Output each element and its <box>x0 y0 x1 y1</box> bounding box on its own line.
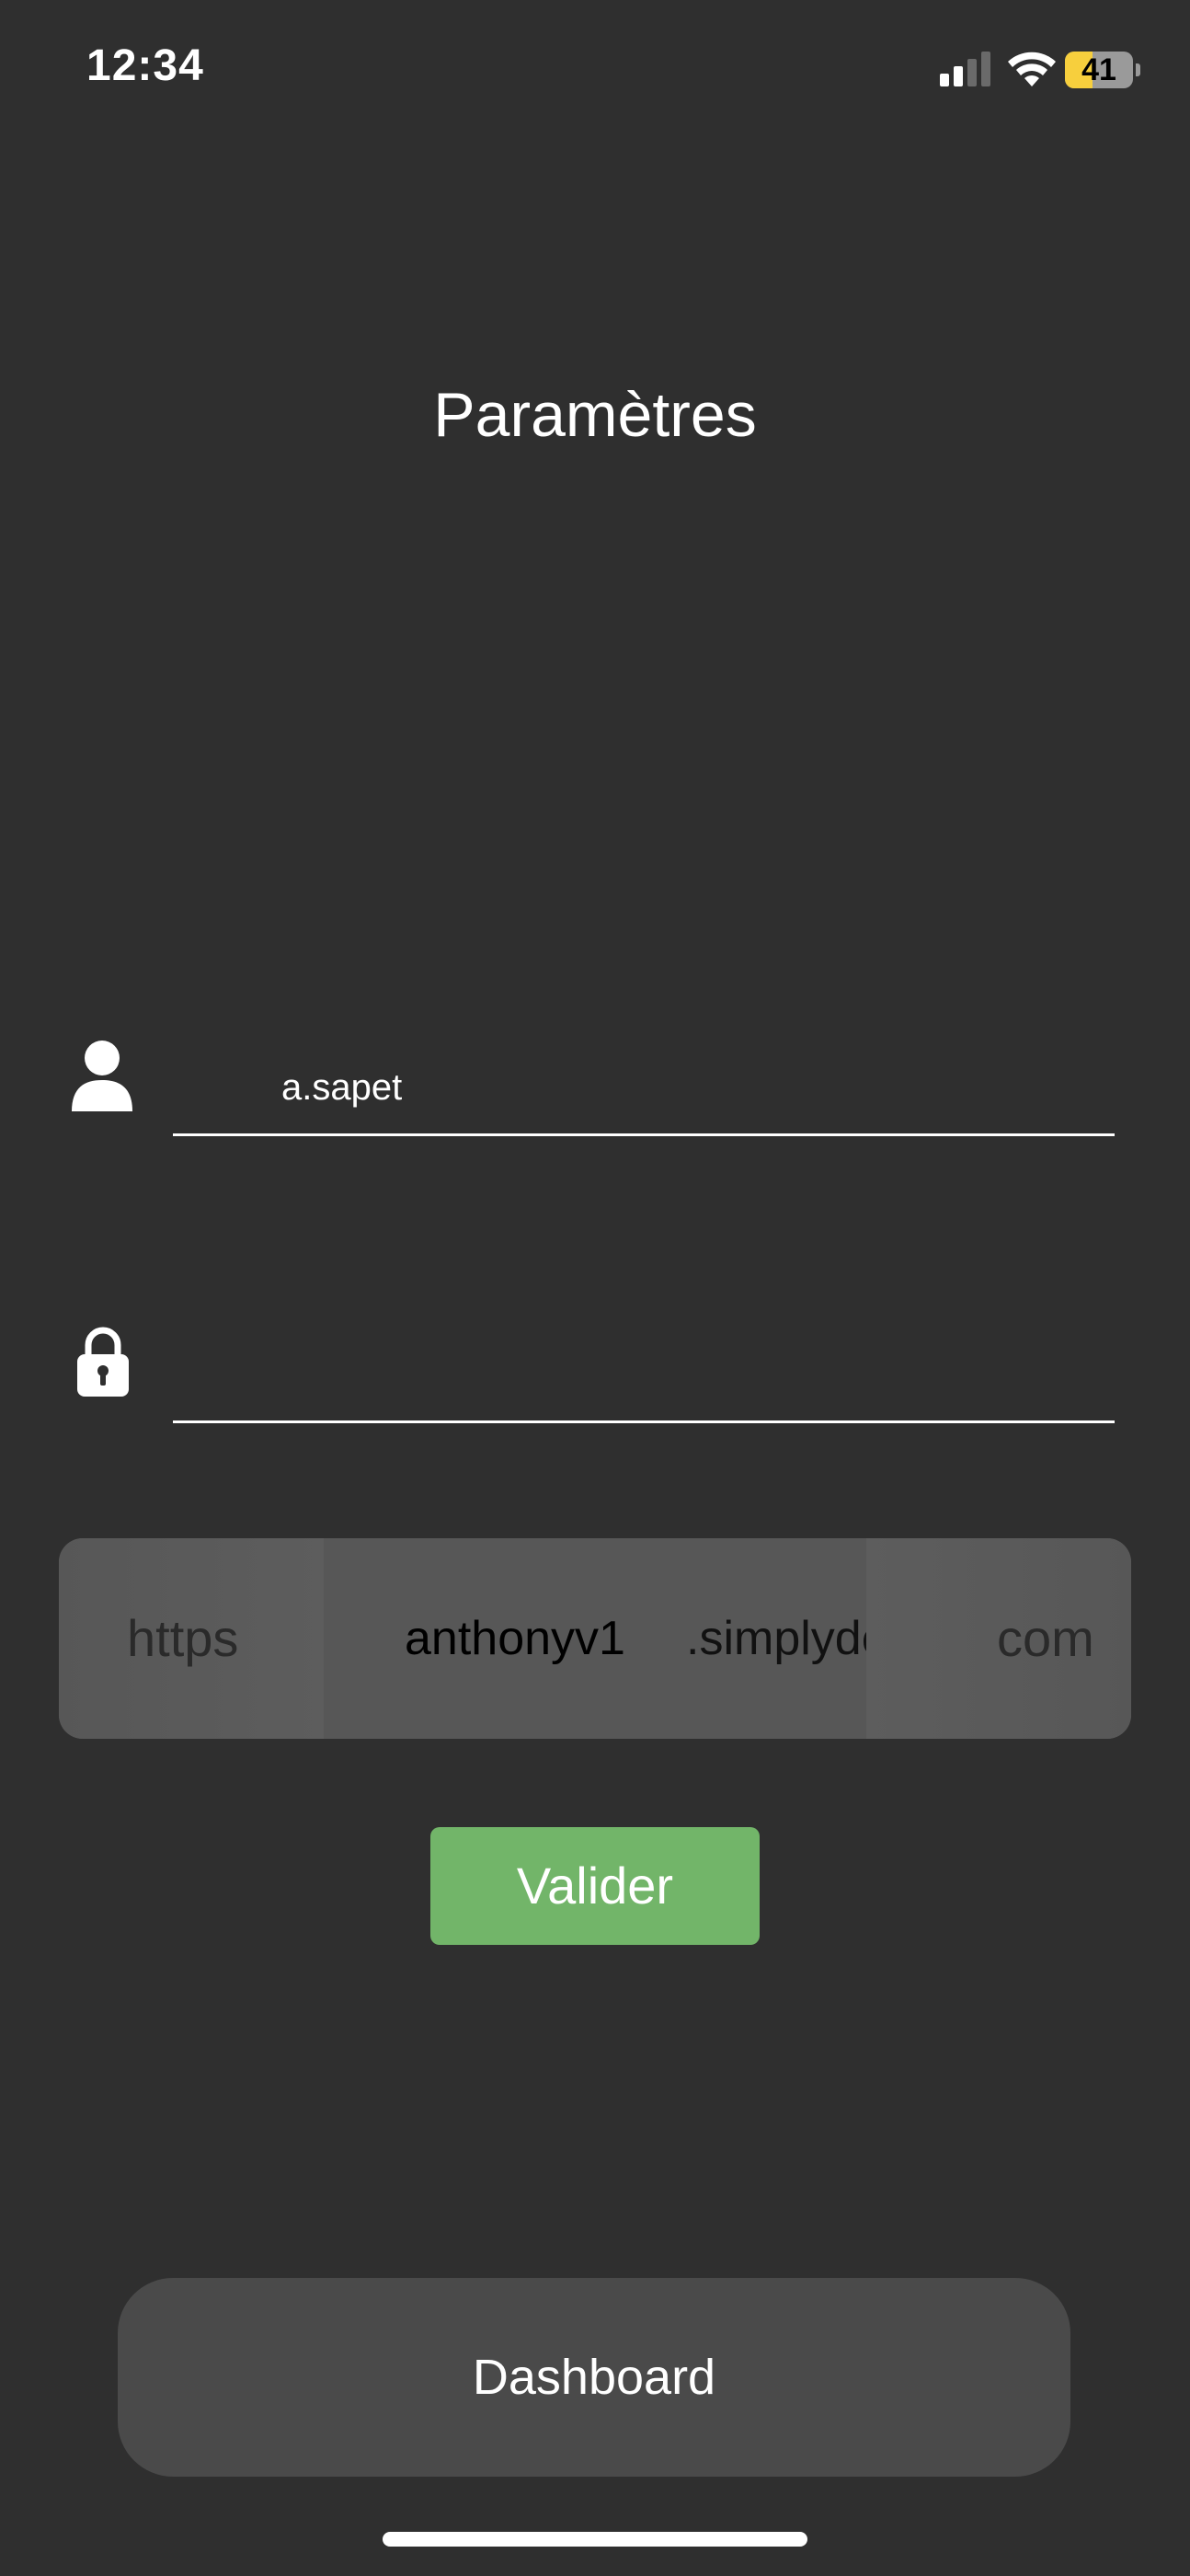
battery-level: 41 <box>1081 52 1116 87</box>
username-input[interactable] <box>173 1041 1115 1133</box>
page-title: Paramètres <box>433 380 757 450</box>
battery-tip <box>1136 63 1140 76</box>
cellular-signal-icon <box>940 52 990 86</box>
home-indicator <box>383 2532 807 2547</box>
url-subdomain-picker[interactable]: anthonyv1 <box>342 1538 655 1739</box>
password-input[interactable] <box>173 1328 1115 1420</box>
lock-icon <box>77 1327 129 1397</box>
signal-bar-4 <box>981 52 990 86</box>
signal-bar-1 <box>940 74 949 86</box>
url-tld-picker[interactable]: com <box>866 1538 1131 1739</box>
settings-screen: 12:34 41 Paramètres https <box>0 0 1190 2576</box>
dashboard-button[interactable]: Dashboard <box>118 2278 1070 2477</box>
username-field <box>173 1041 1115 1136</box>
signal-bar-2 <box>954 66 963 86</box>
status-time: 12:34 <box>86 41 204 90</box>
battery-body: 41 <box>1065 52 1133 88</box>
wifi-icon <box>1008 52 1056 86</box>
battery-icon: 41 <box>1065 52 1140 88</box>
signal-bar-3 <box>967 59 977 86</box>
password-field <box>173 1328 1115 1423</box>
user-icon <box>72 1041 132 1111</box>
url-picker: https anthonyv1 .simplydesk. com <box>59 1538 1131 1739</box>
url-scheme-picker[interactable]: https <box>59 1538 324 1739</box>
validate-button[interactable]: Valider <box>430 1827 760 1945</box>
